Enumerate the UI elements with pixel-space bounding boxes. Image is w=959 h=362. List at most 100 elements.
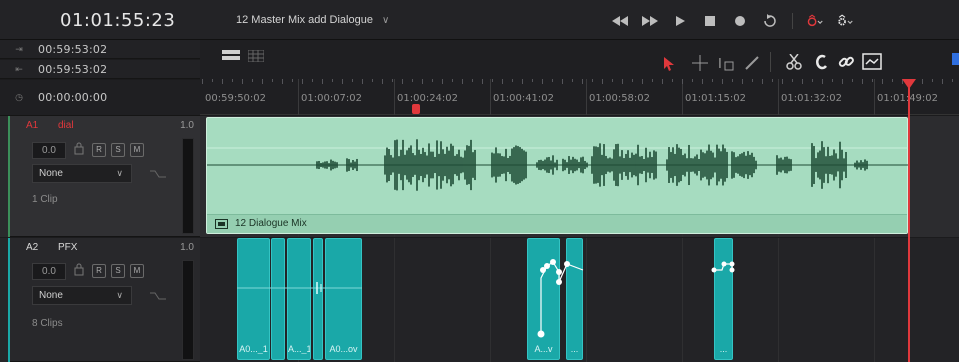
stop-icon[interactable] xyxy=(702,13,718,29)
marker[interactable] xyxy=(412,104,420,114)
ruler-minor-tick xyxy=(272,79,273,82)
snapping-icon[interactable] xyxy=(814,54,828,73)
chevron-down-icon: ∨ xyxy=(116,168,123,178)
ruler-minor-tick xyxy=(552,79,553,82)
ruler-minor-tick xyxy=(282,79,283,84)
ruler-minor-tick xyxy=(512,79,513,82)
mute-button[interactable]: M xyxy=(130,264,144,278)
clip-waveform xyxy=(237,282,362,294)
flag-icon[interactable] xyxy=(952,53,959,65)
ruler-minor-tick xyxy=(772,79,773,82)
ruler-minor-tick xyxy=(422,79,423,84)
playhead[interactable] xyxy=(908,84,910,362)
play-icon[interactable] xyxy=(672,13,688,29)
mute-button[interactable]: M xyxy=(130,143,144,157)
ruler-minor-tick xyxy=(442,79,443,84)
timeline-name-dropdown[interactable]: 12 Master Mix add Dialogue ∨ xyxy=(236,14,389,26)
timecode-value[interactable]: 00:59:53:02 xyxy=(38,63,107,76)
rewind-icon[interactable] xyxy=(612,13,628,29)
ruler-minor-tick xyxy=(452,79,453,82)
ruler-minor-tick xyxy=(312,79,313,82)
timecode-row: ◷ 00:00:00:00 xyxy=(0,80,200,116)
timecode-value[interactable]: 00:59:53:02 xyxy=(38,43,107,56)
ruler-minor-tick xyxy=(752,79,753,82)
ruler-minor-tick xyxy=(582,79,583,84)
blade-tool-icon[interactable] xyxy=(786,53,802,73)
timecode-display[interactable]: 01:01:55:23 xyxy=(60,10,175,31)
automation-record-icon[interactable] xyxy=(807,13,823,29)
ruler-minor-tick xyxy=(322,79,323,84)
link-icon[interactable] xyxy=(838,54,854,73)
ruler-minor-tick xyxy=(702,79,703,84)
ruler-minor-tick xyxy=(822,79,823,84)
ruler-minor-tick xyxy=(372,79,373,82)
track-header-a1[interactable]: A1 dial 1.0 0.0 R S M None ∨ 1 Clip xyxy=(10,116,200,237)
lock-icon[interactable] xyxy=(74,142,84,158)
solo-button[interactable]: S xyxy=(111,264,125,278)
ruler-minor-tick xyxy=(242,79,243,84)
ruler-minor-tick xyxy=(682,79,683,84)
ruler-minor-tick xyxy=(642,79,643,84)
duration-icon: ◷ xyxy=(15,92,23,102)
fader-value[interactable]: 0.0 xyxy=(32,263,66,280)
track-header-a2[interactable]: A2 PFX 1.0 0.0 R S M None ∨ 8 Clips xyxy=(10,238,200,362)
grid-line xyxy=(490,238,491,362)
solo-button[interactable]: S xyxy=(111,143,125,157)
ruler-minor-tick xyxy=(622,79,623,84)
fast-forward-icon[interactable] xyxy=(642,13,658,29)
record-arm-button[interactable]: R xyxy=(92,143,106,157)
ruler-minor-tick xyxy=(652,79,653,82)
ruler-minor-tick xyxy=(742,79,743,84)
automation-curve-icon[interactable] xyxy=(150,291,166,304)
clip-type-icon xyxy=(215,219,228,232)
ruler-minor-tick xyxy=(232,79,233,82)
automation-curve-icon[interactable] xyxy=(150,169,166,182)
record-icon[interactable] xyxy=(732,13,748,29)
ruler-tick xyxy=(778,79,779,115)
ruler-minor-tick xyxy=(852,79,853,82)
fader-value[interactable]: 0.0 xyxy=(32,142,66,159)
timeline-ruler[interactable]: 00:59:50:02 01:00:07:02 01:00:24:02 01:00:4… xyxy=(200,79,959,115)
ruler-minor-tick xyxy=(412,79,413,82)
grid-line xyxy=(394,238,395,362)
ruler-minor-tick xyxy=(612,79,613,82)
range-tool-icon[interactable] xyxy=(692,55,708,74)
ruler-minor-tick xyxy=(692,79,693,82)
timecode-row: ⇤ 00:59:53:02 xyxy=(0,60,200,79)
clip-footer: 12 Dialogue Mix xyxy=(207,214,907,233)
ruler-minor-tick xyxy=(402,79,403,84)
auto-track-selector-icon[interactable] xyxy=(862,53,882,74)
automation-settings-icon[interactable] xyxy=(837,13,853,29)
selection-tool-icon[interactable] xyxy=(664,57,674,74)
draw-tool-icon[interactable] xyxy=(744,55,760,74)
ruler-label: 01:01:32:02 xyxy=(781,93,843,104)
ruler-label: 01:00:07:02 xyxy=(301,93,363,104)
ruler-minor-tick xyxy=(222,79,223,84)
track-name[interactable]: PFX xyxy=(58,242,77,253)
timecode-value[interactable]: 00:00:00:00 xyxy=(38,91,107,104)
ruler-minor-tick xyxy=(862,79,863,84)
loop-icon[interactable] xyxy=(762,13,778,29)
ruler-minor-tick xyxy=(732,79,733,82)
edit-selection-tool-icon[interactable]: I xyxy=(718,55,736,74)
timeline-view-icon[interactable] xyxy=(222,50,240,65)
ruler-minor-tick xyxy=(712,79,713,82)
track-name[interactable]: dial xyxy=(58,120,74,131)
grid-line xyxy=(682,238,683,362)
ruler-label: 01:00:24:02 xyxy=(397,93,459,104)
mark-in-icon: ⇥ xyxy=(15,43,23,54)
bus-dropdown[interactable]: None ∨ xyxy=(32,286,132,305)
ruler-minor-tick xyxy=(722,79,723,84)
track-height-icon[interactable] xyxy=(247,49,265,65)
ruler-minor-tick xyxy=(252,79,253,82)
transport-controls xyxy=(612,12,853,30)
ruler-minor-tick xyxy=(892,79,893,82)
chevron-down-icon: ∨ xyxy=(382,15,390,26)
ruler-minor-tick xyxy=(782,79,783,84)
audio-clip[interactable]: 12 Dialogue Mix xyxy=(206,117,909,234)
ruler-minor-tick xyxy=(342,79,343,84)
lock-icon[interactable] xyxy=(74,263,84,279)
bus-dropdown[interactable]: None ∨ xyxy=(32,164,132,183)
record-arm-button[interactable]: R xyxy=(92,264,106,278)
ruler-minor-tick xyxy=(532,79,533,82)
